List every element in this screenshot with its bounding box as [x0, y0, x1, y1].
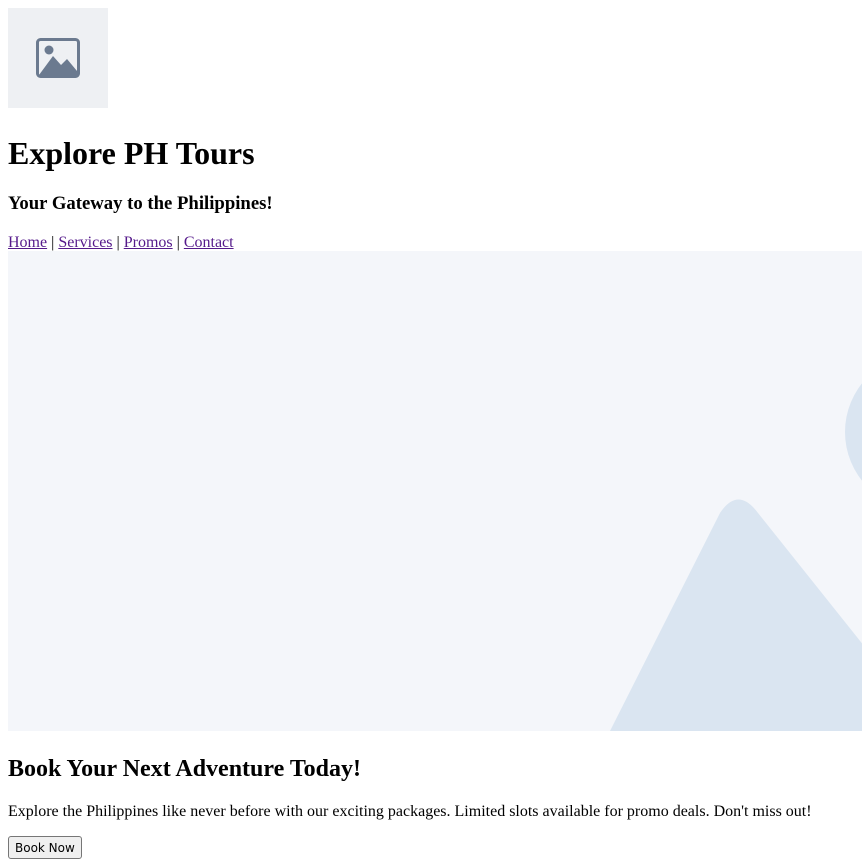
nav-link-home[interactable]: Home: [8, 234, 47, 251]
site-logo: [8, 8, 108, 108]
site-title: Explore PH Tours: [8, 135, 255, 171]
promo-heading: Book Your Next Adventure Today!: [8, 756, 361, 782]
site-tagline: Your Gateway to the Philippines!: [8, 193, 273, 214]
nav-link-contact[interactable]: Contact: [184, 234, 234, 251]
image-placeholder-icon: [36, 38, 80, 78]
hero-image: [8, 251, 862, 731]
promo-description: Explore the Philippines like never befor…: [8, 803, 812, 820]
page: Explore PH Tours Your Gateway to the Phi…: [0, 0, 862, 862]
nav-link-promos[interactable]: Promos: [124, 234, 173, 251]
main-nav: Home | Services | Promos | Contact: [8, 233, 234, 253]
nav-separator: |: [176, 234, 180, 251]
book-now-button[interactable]: Book Now: [8, 836, 82, 859]
nav-link-services[interactable]: Services: [58, 234, 112, 251]
nav-separator: |: [116, 234, 120, 251]
nav-separator: |: [51, 234, 55, 251]
image-placeholder-icon: [610, 383, 862, 731]
